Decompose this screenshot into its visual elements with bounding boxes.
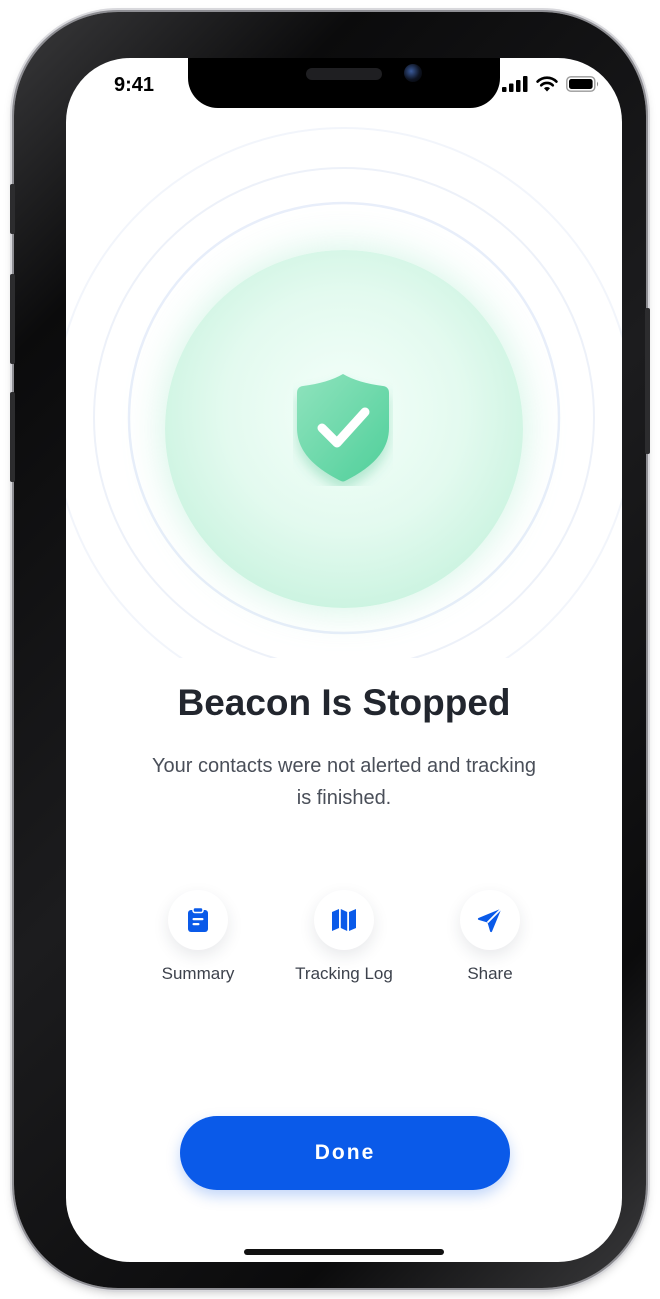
map-icon (332, 909, 356, 931)
tracking-log-label: Tracking Log (295, 964, 393, 983)
volume-up-button (10, 274, 15, 364)
notch (188, 58, 500, 108)
page-subtitle: Your contacts were not alerted and track… (152, 755, 536, 809)
share-button[interactable] (460, 890, 520, 950)
power-button (645, 308, 650, 454)
tracking-log-button[interactable] (314, 890, 374, 950)
home-indicator[interactable] (244, 1249, 444, 1255)
status-time: 9:41 (114, 74, 155, 96)
silent-switch (10, 184, 15, 234)
volume-down-button (10, 392, 15, 482)
share-action[interactable]: Share (410, 890, 570, 984)
earpiece-speaker (306, 68, 382, 80)
phone-frame: 9:41 Beacon Is Stopped Your contacts wer… (10, 12, 650, 1288)
clipboard-icon (188, 907, 208, 932)
front-camera (404, 64, 422, 82)
summary-action[interactable]: Summary (118, 890, 278, 984)
status-icons (502, 76, 600, 92)
wifi-icon (536, 76, 558, 92)
summary-button[interactable] (168, 890, 228, 950)
done-button[interactable]: Done (180, 1116, 510, 1190)
send-icon (477, 907, 503, 933)
share-label: Share (467, 964, 513, 983)
battery-icon (566, 76, 599, 92)
shield-check-icon (297, 374, 389, 482)
page-title: Beacon Is Stopped (177, 682, 511, 723)
screen: 9:41 Beacon Is Stopped Your contacts wer… (66, 58, 622, 1262)
summary-label: Summary (161, 964, 235, 983)
cellular-signal-icon (502, 76, 528, 92)
tracking-log-action[interactable]: Tracking Log (264, 890, 424, 984)
